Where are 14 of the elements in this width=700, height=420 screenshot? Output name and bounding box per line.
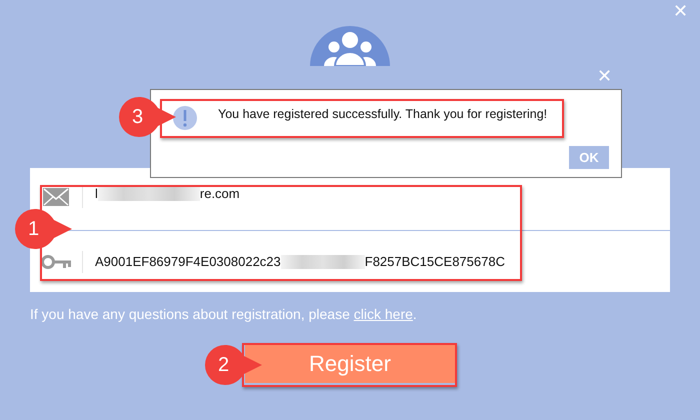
info-icon: [172, 105, 198, 131]
callout-badge: 2: [204, 344, 264, 386]
help-text: If you have any questions about registration, please click here.: [30, 306, 418, 322]
license-key-field[interactable]: A9001EF86979F4E0308022c23 F8257BC15CE875678C: [83, 254, 505, 269]
ok-button[interactable]: OK: [569, 146, 609, 169]
click-here-link[interactable]: click here: [354, 306, 413, 322]
close-button[interactable]: ✕: [673, 0, 688, 22]
envelope-icon: [43, 188, 69, 206]
register-button[interactable]: Register: [245, 345, 455, 383]
callout-badge: 3: [118, 96, 178, 138]
close-button[interactable]: ✕: [597, 66, 612, 86]
message-text: You have registered successfully. Thank you for registering!: [218, 107, 548, 121]
callout-badge: 1: [14, 208, 74, 250]
key-icon: [41, 254, 71, 268]
